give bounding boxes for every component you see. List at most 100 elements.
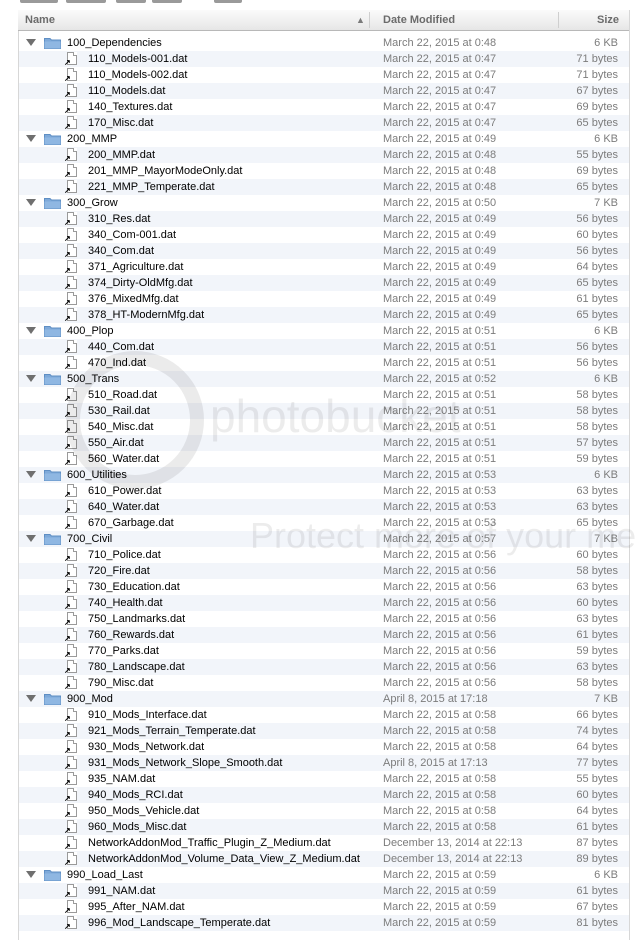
file-row[interactable]: ↗ 780_Landscape.dat March 22, 2015 at 0:56… bbox=[19, 659, 629, 675]
date-modified: March 22, 2015 at 0:59 bbox=[383, 917, 497, 929]
file-row[interactable]: ↗ 670_Garbage.dat March 22, 2015 at 0:53 65… bbox=[19, 515, 629, 531]
file-row[interactable]: ↗ 991_NAM.dat March 22, 2015 at 0:59 61 byt… bbox=[19, 883, 629, 899]
disclosure-triangle-icon[interactable] bbox=[26, 471, 36, 478]
folder-row[interactable]: 600_Utilities March 22, 2015 at 0:53 6 KB bbox=[19, 467, 629, 483]
toolbar-button-stub[interactable] bbox=[214, 0, 242, 3]
toolbar-button-stub[interactable] bbox=[66, 0, 106, 3]
disclosure-triangle-icon[interactable] bbox=[26, 375, 36, 382]
date-modified: March 22, 2015 at 0:56 bbox=[383, 549, 497, 561]
file-row[interactable]: ↗ 760_Rewards.dat March 22, 2015 at 0:56 61… bbox=[19, 627, 629, 643]
disclosure-triangle-icon[interactable] bbox=[26, 535, 36, 542]
toolbar-button-stub[interactable] bbox=[20, 0, 58, 3]
date-modified: April 8, 2015 at 17:18 bbox=[383, 693, 488, 705]
sort-ascending-icon[interactable]: ▲ bbox=[356, 10, 365, 30]
alias-arrow-icon: ↗ bbox=[64, 602, 71, 611]
file-row[interactable]: ↗ 995_After_NAM.dat March 22, 2015 at 0:59… bbox=[19, 899, 629, 915]
file-row[interactable]: ↗ 931_Mods_Network_Slope_Smooth.dat April … bbox=[19, 755, 629, 771]
folder-row[interactable]: 100_Dependencies March 22, 2015 at 0:48 6 … bbox=[19, 35, 629, 51]
file-row[interactable]: ↗ 610_Power.dat March 22, 2015 at 0:53 63 b… bbox=[19, 483, 629, 499]
file-row[interactable]: ↗ 376_MixedMfg.dat March 22, 2015 at 0:49 6… bbox=[19, 291, 629, 307]
file-row[interactable]: ↗ 921_Mods_Terrain_Temperate.dat March 22,… bbox=[19, 723, 629, 739]
alias-arrow-icon: ↗ bbox=[64, 106, 71, 115]
item-name: 935_NAM.dat bbox=[88, 773, 156, 785]
file-row[interactable]: ↗ 996_Mod_Landscape_Temperate.dat March 22… bbox=[19, 915, 629, 931]
folder-row[interactable]: 990_Load_Last March 22, 2015 at 0:59 6 KB bbox=[19, 867, 629, 883]
file-row[interactable]: ↗ 560_Water.dat March 22, 2015 at 0:51 59 b… bbox=[19, 451, 629, 467]
file-row[interactable]: ↗ 750_Landmarks.dat March 22, 2015 at 0:56… bbox=[19, 611, 629, 627]
date-modified: March 22, 2015 at 0:49 bbox=[383, 133, 497, 145]
item-name: 110_Models.dat bbox=[88, 85, 166, 97]
file-row[interactable]: ↗ 960_Mods_Misc.dat March 22, 2015 at 0:58… bbox=[19, 819, 629, 835]
date-modified: March 22, 2015 at 0:51 bbox=[383, 453, 497, 465]
column-header-size[interactable]: Size bbox=[597, 10, 619, 30]
file-row[interactable]: ↗ 340_Com-001.dat March 22, 2015 at 0:49 60… bbox=[19, 227, 629, 243]
item-name: 540_Misc.dat bbox=[88, 421, 154, 433]
date-modified: March 22, 2015 at 0:47 bbox=[383, 117, 497, 129]
file-row[interactable]: ↗ 935_NAM.dat March 22, 2015 at 0:58 55 byt… bbox=[19, 771, 629, 787]
date-modified: March 22, 2015 at 0:48 bbox=[383, 37, 497, 49]
file-row[interactable]: ↗ NetworkAddonMod_Traffic_Plugin_Z_Medium… bbox=[19, 835, 629, 851]
file-row[interactable]: ↗ 770_Parks.dat March 22, 2015 at 0:56 59 b… bbox=[19, 643, 629, 659]
file-row[interactable]: ↗ 374_Dirty-OldMfg.dat March 22, 2015 at 0… bbox=[19, 275, 629, 291]
file-row[interactable]: ↗ 910_Mods_Interface.dat March 22, 2015 at… bbox=[19, 707, 629, 723]
item-name: 376_MixedMfg.dat bbox=[88, 293, 179, 305]
file-row[interactable]: ↗ 221_MMP_Temperate.dat March 22, 2015 at … bbox=[19, 179, 629, 195]
file-size: 6 KB bbox=[594, 869, 618, 881]
file-row[interactable]: ↗ 790_Misc.dat March 22, 2015 at 0:56 58 by… bbox=[19, 675, 629, 691]
file-row[interactable]: ↗ 730_Education.dat March 22, 2015 at 0:56… bbox=[19, 579, 629, 595]
disclosure-triangle-icon[interactable] bbox=[26, 135, 36, 142]
column-divider[interactable] bbox=[558, 12, 559, 28]
file-row[interactable]: ↗ 740_Health.dat March 22, 2015 at 0:56 60 … bbox=[19, 595, 629, 611]
file-row[interactable]: ↗ 510_Road.dat March 22, 2015 at 0:51 58 by… bbox=[19, 387, 629, 403]
toolbar-button-stub[interactable] bbox=[116, 0, 146, 3]
file-row[interactable]: ↗ NetworkAddonMod_Volume_Data_View_Z_Medi… bbox=[19, 851, 629, 867]
file-row[interactable]: ↗ 720_Fire.dat March 22, 2015 at 0:56 58 by… bbox=[19, 563, 629, 579]
file-row[interactable]: ↗ 371_Agriculture.dat March 22, 2015 at 0:… bbox=[19, 259, 629, 275]
file-row[interactable]: ↗ 530_Rail.dat March 22, 2015 at 0:51 58 by… bbox=[19, 403, 629, 419]
column-divider[interactable] bbox=[369, 12, 370, 28]
file-row[interactable]: ↗ 378_HT-ModernMfg.dat March 22, 2015 at 0… bbox=[19, 307, 629, 323]
file-row[interactable]: ↗ 340_Com.dat March 22, 2015 at 0:49 56 byt… bbox=[19, 243, 629, 259]
disclosure-triangle-icon[interactable] bbox=[26, 871, 36, 878]
alias-arrow-icon: ↗ bbox=[64, 410, 71, 419]
folder-row[interactable]: 400_Plop March 22, 2015 at 0:51 6 KB bbox=[19, 323, 629, 339]
date-modified: March 22, 2015 at 0:59 bbox=[383, 901, 497, 913]
folder-row[interactable]: 500_Trans March 22, 2015 at 0:52 6 KB bbox=[19, 371, 629, 387]
file-row[interactable]: ↗ 550_Air.dat March 22, 2015 at 0:51 57 byt… bbox=[19, 435, 629, 451]
folder-row[interactable]: 900_Mod April 8, 2015 at 17:18 7 KB bbox=[19, 691, 629, 707]
file-row[interactable]: ↗ 930_Mods_Network.dat March 22, 2015 at 0… bbox=[19, 739, 629, 755]
file-row[interactable]: ↗ 310_Res.dat March 22, 2015 at 0:49 56 byt… bbox=[19, 211, 629, 227]
file-row[interactable]: ↗ 940_Mods_RCI.dat March 22, 2015 at 0:58 6… bbox=[19, 787, 629, 803]
item-name: 600_Utilities bbox=[67, 469, 127, 481]
file-row[interactable]: ↗ 640_Water.dat March 22, 2015 at 0:53 63 b… bbox=[19, 499, 629, 515]
file-row[interactable]: ↗ 200_MMP.dat March 22, 2015 at 0:48 55 byt… bbox=[19, 147, 629, 163]
disclosure-triangle-icon[interactable] bbox=[26, 327, 36, 334]
file-row[interactable]: ↗ 470_Ind.dat March 22, 2015 at 0:51 56 byt… bbox=[19, 355, 629, 371]
alias-arrow-icon: ↗ bbox=[64, 554, 71, 563]
file-row[interactable]: ↗ 110_Models.dat March 22, 2015 at 0:47 67 … bbox=[19, 83, 629, 99]
file-row[interactable]: ↗ 950_Mods_Vehicle.dat March 22, 2015 at 0… bbox=[19, 803, 629, 819]
date-modified: March 22, 2015 at 0:56 bbox=[383, 565, 497, 577]
file-row[interactable]: ↗ 110_Models-001.dat March 22, 2015 at 0:4… bbox=[19, 51, 629, 67]
file-row[interactable]: ↗ 440_Com.dat March 22, 2015 at 0:51 56 byt… bbox=[19, 339, 629, 355]
toolbar-button-stub[interactable] bbox=[152, 0, 182, 3]
disclosure-triangle-icon[interactable] bbox=[26, 39, 36, 46]
folder-row[interactable]: 700_Civil March 22, 2015 at 0:57 7 KB bbox=[19, 531, 629, 547]
file-row[interactable]: ↗ 140_Textures.dat March 22, 2015 at 0:47 6… bbox=[19, 99, 629, 115]
column-header-name[interactable]: Name bbox=[25, 10, 55, 30]
file-row[interactable]: ↗ 540_Misc.dat March 22, 2015 at 0:51 58 by… bbox=[19, 419, 629, 435]
disclosure-triangle-icon[interactable] bbox=[26, 695, 36, 702]
date-modified: March 22, 2015 at 0:59 bbox=[383, 869, 497, 881]
folder-row[interactable]: 200_MMP March 22, 2015 at 0:49 6 KB bbox=[19, 131, 629, 147]
file-row[interactable]: ↗ 201_MMP_MayorModeOnly.dat March 22, 2015… bbox=[19, 163, 629, 179]
file-row[interactable]: ↗ 110_Models-002.dat March 22, 2015 at 0:4… bbox=[19, 67, 629, 83]
file-size: 57 bytes bbox=[576, 437, 618, 449]
date-modified: March 22, 2015 at 0:49 bbox=[383, 229, 497, 241]
file-row[interactable]: ↗ 710_Police.dat March 22, 2015 at 0:56 60 … bbox=[19, 547, 629, 563]
disclosure-triangle-icon[interactable] bbox=[26, 199, 36, 206]
file-row[interactable]: ↗ 170_Misc.dat March 22, 2015 at 0:47 65 by… bbox=[19, 115, 629, 131]
column-header-date-modified[interactable]: Date Modified bbox=[383, 10, 455, 30]
folder-row[interactable]: 300_Grow March 22, 2015 at 0:50 7 KB bbox=[19, 195, 629, 211]
file-size: 6 KB bbox=[594, 469, 618, 481]
alias-arrow-icon: ↗ bbox=[64, 58, 71, 67]
